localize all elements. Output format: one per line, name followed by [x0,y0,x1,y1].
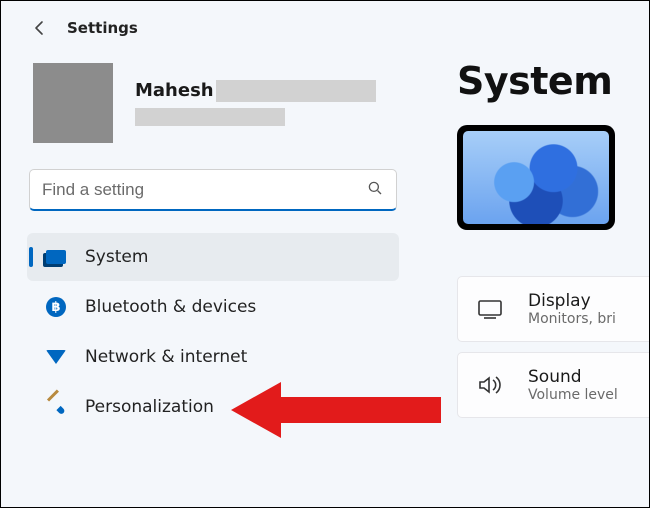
redacted-email [135,108,285,126]
sidebar-item-label: Network & internet [85,347,247,367]
avatar [33,63,113,143]
sidebar-nav: System ฿ Bluetooth & devices Network & i… [23,233,403,431]
display-icon [476,298,504,320]
sidebar-item-personalization[interactable]: Personalization [27,383,399,431]
sidebar-item-label: Bluetooth & devices [85,297,256,317]
search-input[interactable] [42,180,366,200]
search-icon [366,179,384,201]
account-name-text: Mahesh [135,80,214,101]
system-icon [45,246,67,268]
tile-sound[interactable]: Sound Volume level [457,352,649,418]
device-preview[interactable] [457,125,615,230]
wallpaper-thumbnail [463,131,609,224]
app-title: Settings [67,19,138,37]
account-name: Mahesh [135,80,376,102]
sidebar-item-network[interactable]: Network & internet [27,333,399,381]
tile-subtitle: Monitors, bri [528,311,616,327]
bluetooth-icon: ฿ [45,296,67,318]
sidebar-item-label: System [85,247,148,267]
search-box[interactable] [29,169,397,211]
sidebar-item-bluetooth[interactable]: ฿ Bluetooth & devices [27,283,399,331]
tile-title: Sound [528,367,618,387]
sidebar-item-label: Personalization [85,397,214,417]
tile-subtitle: Volume level [528,387,618,403]
page-title: System [457,59,649,103]
tile-title: Display [528,291,616,311]
sidebar-item-system[interactable]: System [27,233,399,281]
redacted-name [216,80,376,102]
brush-icon [45,396,67,418]
account-block[interactable]: Mahesh [23,59,403,163]
back-arrow-icon [32,20,48,36]
tile-display[interactable]: Display Monitors, bri [457,276,649,342]
wifi-icon [45,346,67,368]
back-button[interactable] [31,19,49,37]
sound-icon [476,374,504,396]
